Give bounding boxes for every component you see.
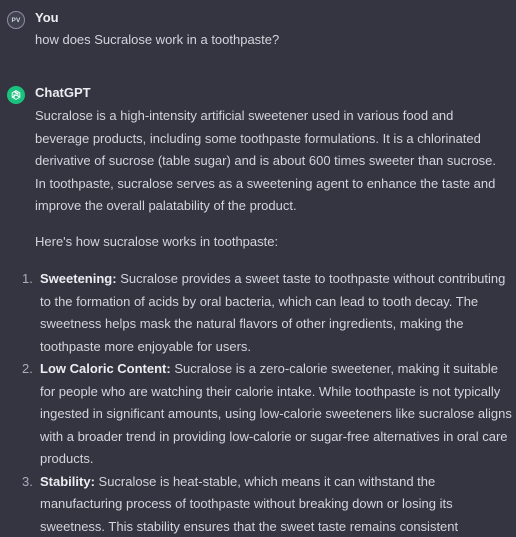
list-item-body: Sucralose is a zero-calorie sweetener, m…: [40, 361, 512, 466]
list-item-heading: Sweetening:: [40, 271, 117, 286]
user-author-name: You: [35, 10, 59, 25]
assistant-intro-paragraph: Sucralose is a high-intensity artificial…: [35, 108, 497, 213]
list-item-number: 1.: [22, 271, 33, 286]
user-avatar: PV: [7, 11, 25, 29]
list-item: 1. Sweetening: Sucralose provides a swee…: [0, 268, 516, 358]
list-item-heading: Stability:: [40, 473, 95, 489]
list-item: 3. Stability: Sucralose is heat-stable, …: [0, 471, 516, 537]
explanation-list: 1. Sweetening: Sucralose provides a swee…: [0, 268, 516, 537]
user-message-text: how does Sucralose work in a toothpaste?: [35, 32, 280, 47]
assistant-author-name: ChatGPT: [35, 85, 91, 100]
openai-logo-glyph: [11, 90, 21, 100]
openai-logo-icon: [7, 86, 25, 104]
list-item-heading: Low Caloric Content:: [40, 361, 171, 376]
list-item-body: Sucralose is heat-stable, which means it…: [40, 473, 459, 534]
list-item-number: 2.: [22, 361, 33, 376]
chat-page: PV You how does Sucralose work in a toot…: [0, 0, 516, 537]
assistant-lead-paragraph: Here's how sucralose works in toothpaste…: [35, 234, 279, 249]
list-item-number: 3.: [22, 473, 33, 489]
list-item: 2. Low Caloric Content: Sucralose is a z…: [0, 358, 516, 471]
